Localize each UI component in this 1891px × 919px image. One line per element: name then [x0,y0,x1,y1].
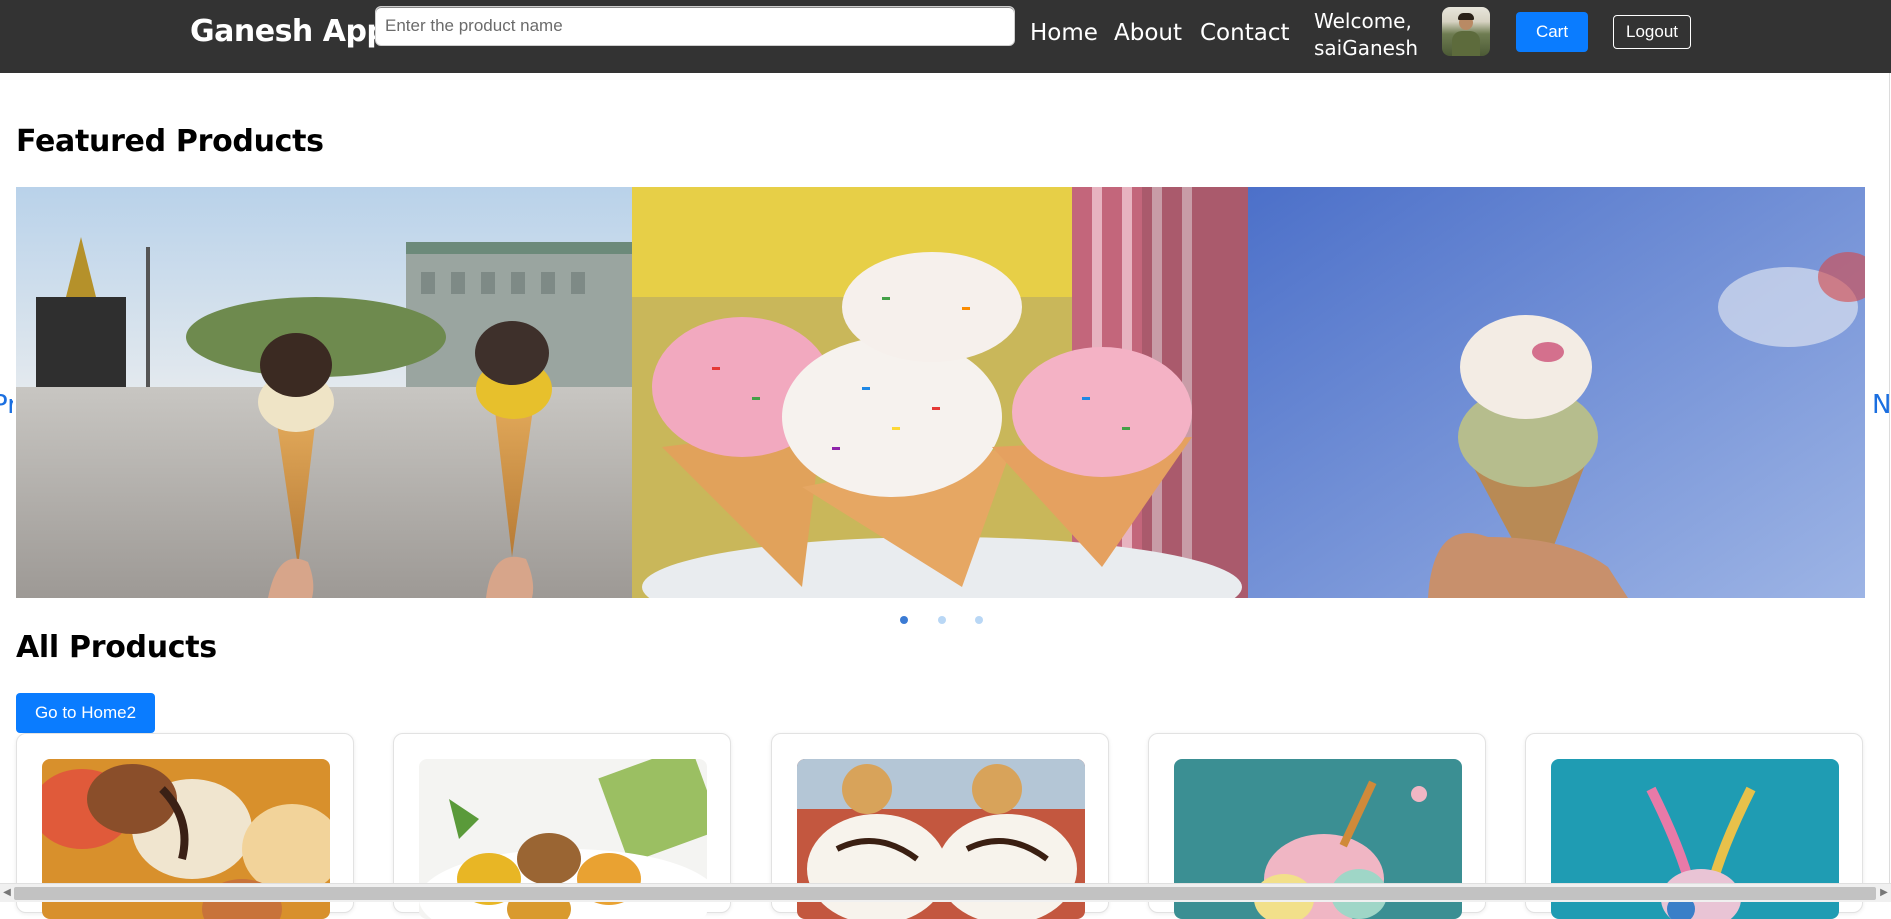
avatar[interactable] [1442,7,1490,56]
logout-button[interactable]: Logout [1613,15,1691,49]
featured-carousel[interactable] [16,187,1865,598]
carousel-dot-2[interactable] [938,616,946,624]
welcome-message: Welcome, saiGanesh [1314,8,1418,62]
nav-link-home[interactable]: Home [1030,20,1098,46]
welcome-label: Welcome, [1314,9,1412,33]
username: saiGanesh [1314,36,1419,60]
nav-link-about[interactable]: About [1114,20,1182,46]
carousel-dot-1[interactable] [900,616,908,624]
brand-logo[interactable]: Ganesh App [190,14,388,49]
carousel-prev-button[interactable]: Previous [0,390,13,420]
scrollbar-thumb[interactable] [14,887,1876,900]
carousel-next-button[interactable]: Next [1872,390,1891,420]
horizontal-scrollbar[interactable]: ◀ ▶ [0,883,1891,902]
carousel-prev-label: Previous [0,390,13,420]
go-to-home2-button[interactable]: Go to Home2 [16,693,155,733]
carousel-image [632,187,1248,598]
scroll-left-icon[interactable]: ◀ [2,886,12,900]
navbar: Ganesh App Home About Contact Welcome, s… [0,0,1891,73]
search-input[interactable] [375,6,1015,46]
carousel-image [1248,187,1865,598]
carousel-image [16,187,632,598]
divider [1889,73,1890,883]
scroll-right-icon[interactable]: ▶ [1879,886,1889,900]
all-products-heading: All Products [16,630,217,665]
featured-products-heading: Featured Products [16,124,324,159]
cart-button[interactable]: Cart [1516,12,1588,52]
nav-link-contact[interactable]: Contact [1200,20,1289,46]
carousel-dot-3[interactable] [975,616,983,624]
carousel-next-label: Next [1872,390,1891,420]
